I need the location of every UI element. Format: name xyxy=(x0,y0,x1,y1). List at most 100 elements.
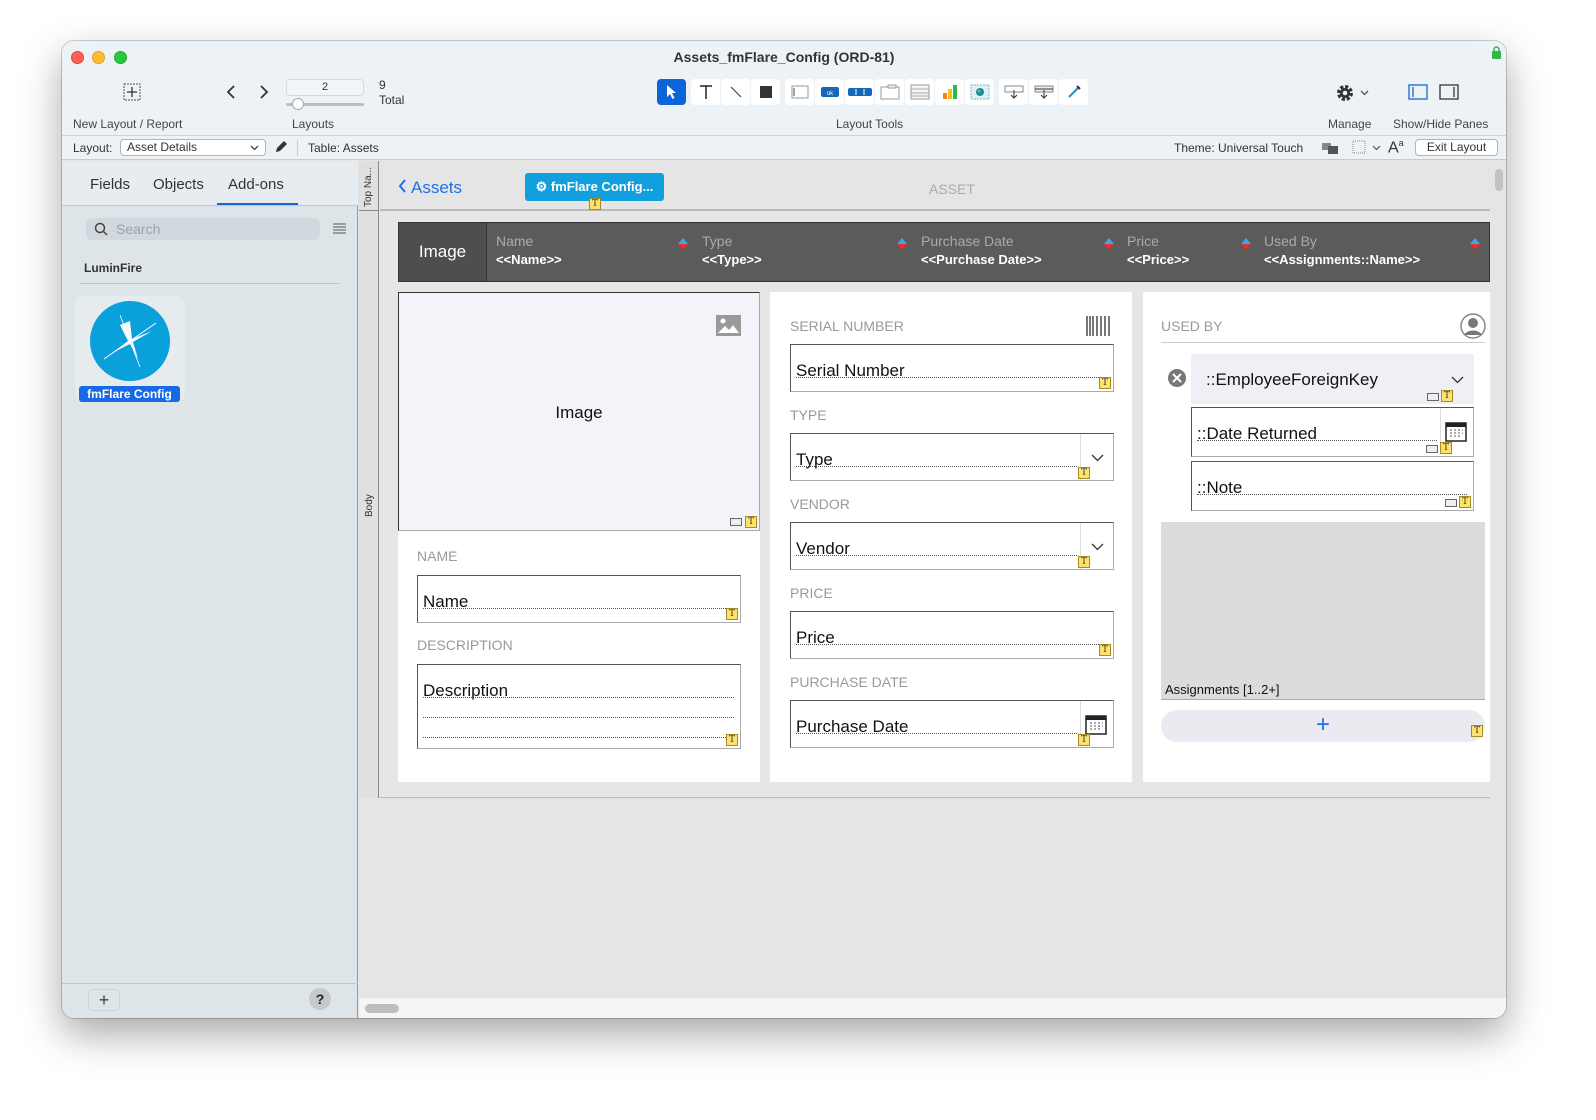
assignments-portal[interactable]: Assignments [1..2+] xyxy=(1161,522,1485,700)
column-value: <<Name>> xyxy=(496,252,562,267)
button-bar-tool[interactable] xyxy=(845,79,874,105)
header-column-type[interactable]: Type <<Type>> xyxy=(702,233,762,267)
header-column-used-by[interactable]: Used By <<Assignments::Name>> xyxy=(1264,233,1420,267)
insert-field-tool[interactable] xyxy=(999,79,1028,105)
date-returned-field[interactable]: ::Date Returned T xyxy=(1191,407,1474,457)
previous-layout-button[interactable] xyxy=(222,81,240,103)
body-part: Image Name <<Name>> Type <<Type>> Purchase… xyxy=(380,212,1490,798)
manage-button[interactable] xyxy=(1332,81,1372,105)
portal-label: Assignments [1..2+] xyxy=(1165,682,1280,697)
chevron-down-icon[interactable] xyxy=(1372,145,1381,151)
addon-label[interactable]: fmFlare Config xyxy=(79,386,180,402)
vendor-dropdown-field[interactable]: Vendor T xyxy=(790,522,1114,570)
button-tool[interactable]: ok xyxy=(815,79,844,105)
new-layout-label: New Layout / Report xyxy=(73,117,183,131)
image-container-field[interactable]: Image T xyxy=(398,292,760,531)
tab-objects[interactable]: Objects xyxy=(153,176,204,193)
chevron-right-icon xyxy=(260,85,269,99)
tab-control-icon xyxy=(880,84,899,100)
column-header: Price xyxy=(1127,233,1159,249)
shape-tool-icon xyxy=(759,86,772,98)
tab-add-ons[interactable]: Add-ons xyxy=(228,176,284,193)
field-name: Vendor xyxy=(796,539,850,558)
sort-diamond-icon xyxy=(1470,238,1480,250)
layout-label: Layout: xyxy=(73,141,113,155)
text-tool[interactable] xyxy=(691,79,720,105)
field-name: Price xyxy=(796,628,835,647)
field-tool[interactable] xyxy=(785,79,814,105)
merge-badge-icon xyxy=(1427,393,1439,401)
tab-fields[interactable]: Fields xyxy=(90,176,130,193)
text-badge-icon: T xyxy=(1078,556,1090,568)
delete-row-icon[interactable] xyxy=(1167,368,1187,388)
text-tool-icon xyxy=(699,85,712,99)
layout-slider[interactable] xyxy=(286,98,364,110)
horizontal-scrollbar[interactable] xyxy=(359,998,1506,1018)
show-left-pane-button[interactable] xyxy=(1407,83,1429,101)
table-label: Table: Assets xyxy=(308,141,379,155)
person-icon xyxy=(1460,313,1486,339)
layout-select[interactable]: Asset Details xyxy=(120,139,266,156)
header-column-price[interactable]: Price <<Price>> xyxy=(1127,233,1189,267)
format-painter-tool[interactable] xyxy=(1059,79,1088,105)
field-name: ::EmployeeForeignKey xyxy=(1206,370,1378,389)
purchase-date-field[interactable]: Purchase Date T xyxy=(790,700,1114,748)
shape-tool[interactable] xyxy=(751,79,780,105)
show-right-pane-button[interactable] xyxy=(1438,83,1460,101)
column-value: <<Purchase Date>> xyxy=(921,252,1042,267)
list-view-icon[interactable] xyxy=(333,223,346,234)
header-image-placeholder[interactable]: Image xyxy=(399,223,487,281)
chevron-left-icon xyxy=(398,179,406,193)
chevron-down-icon xyxy=(250,145,259,151)
header-column-purchase-date[interactable]: Purchase Date <<Purchase Date>> xyxy=(921,233,1042,267)
add-button[interactable]: + xyxy=(88,989,120,1011)
layout-tools: ok xyxy=(657,79,1089,105)
back-to-assets-button[interactable]: Assets xyxy=(398,178,462,198)
chevron-down-icon xyxy=(1091,543,1104,551)
new-layout-button[interactable] xyxy=(122,82,142,102)
field-name: ::Date Returned xyxy=(1197,424,1318,443)
next-layout-button[interactable] xyxy=(255,81,273,103)
arrange-icon[interactable] xyxy=(1321,141,1339,155)
type-dropdown-field[interactable]: Type T xyxy=(790,433,1114,481)
chart-tool[interactable] xyxy=(935,79,964,105)
employee-dropdown-field[interactable]: ::EmployeeForeignKey T xyxy=(1191,354,1474,404)
help-button[interactable]: ? xyxy=(309,988,331,1010)
layout-number-field[interactable]: 2 xyxy=(286,79,364,96)
horizontal-scroll-thumb[interactable] xyxy=(365,1004,399,1013)
insert-part-tool[interactable] xyxy=(1029,79,1058,105)
exit-layout-button[interactable]: Exit Layout xyxy=(1415,139,1498,156)
text-badge-icon: T xyxy=(1078,734,1090,746)
line-tool[interactable] xyxy=(721,79,750,105)
manage-label: Manage xyxy=(1328,117,1372,131)
page-title: ASSET xyxy=(929,181,975,197)
grid-icon[interactable] xyxy=(1352,140,1366,154)
description-field[interactable]: Description T xyxy=(417,664,741,749)
search-input[interactable]: Search xyxy=(86,218,320,240)
note-field[interactable]: ::Note T xyxy=(1191,461,1474,511)
font-size-icon[interactable]: Aa xyxy=(1388,138,1404,157)
column-header: Name xyxy=(496,233,534,249)
field-name: Serial Number xyxy=(796,361,905,380)
select-tool[interactable] xyxy=(657,79,686,105)
plus-icon: + xyxy=(1315,711,1330,738)
text-badge-icon: T xyxy=(1099,377,1111,389)
part-label-body[interactable]: Body xyxy=(364,494,375,517)
header-column-name[interactable]: Name <<Name>> xyxy=(496,233,562,267)
slider-knob[interactable] xyxy=(292,98,304,110)
add-assignment-button[interactable]: + T xyxy=(1161,710,1485,742)
vertical-scrollbar[interactable] xyxy=(1495,169,1503,191)
fmflare-config-button[interactable]: ⚙ fmFlare Config... xyxy=(525,173,664,201)
name-field[interactable]: Name T xyxy=(417,575,741,623)
text-badge-icon: T xyxy=(726,734,738,746)
calendar-icon[interactable] xyxy=(1445,422,1467,442)
price-field[interactable]: Price T xyxy=(790,611,1114,659)
part-top-navigation[interactable]: Top Na... xyxy=(359,161,379,211)
select-pointer-icon xyxy=(666,85,676,99)
edit-layout-pencil-icon[interactable] xyxy=(274,140,288,154)
calendar-icon[interactable] xyxy=(1085,715,1107,735)
web-viewer-tool[interactable] xyxy=(965,79,994,105)
portal-tool[interactable] xyxy=(905,79,934,105)
serial-number-field[interactable]: Serial Number T xyxy=(790,344,1114,392)
tab-control-tool[interactable] xyxy=(875,79,904,105)
